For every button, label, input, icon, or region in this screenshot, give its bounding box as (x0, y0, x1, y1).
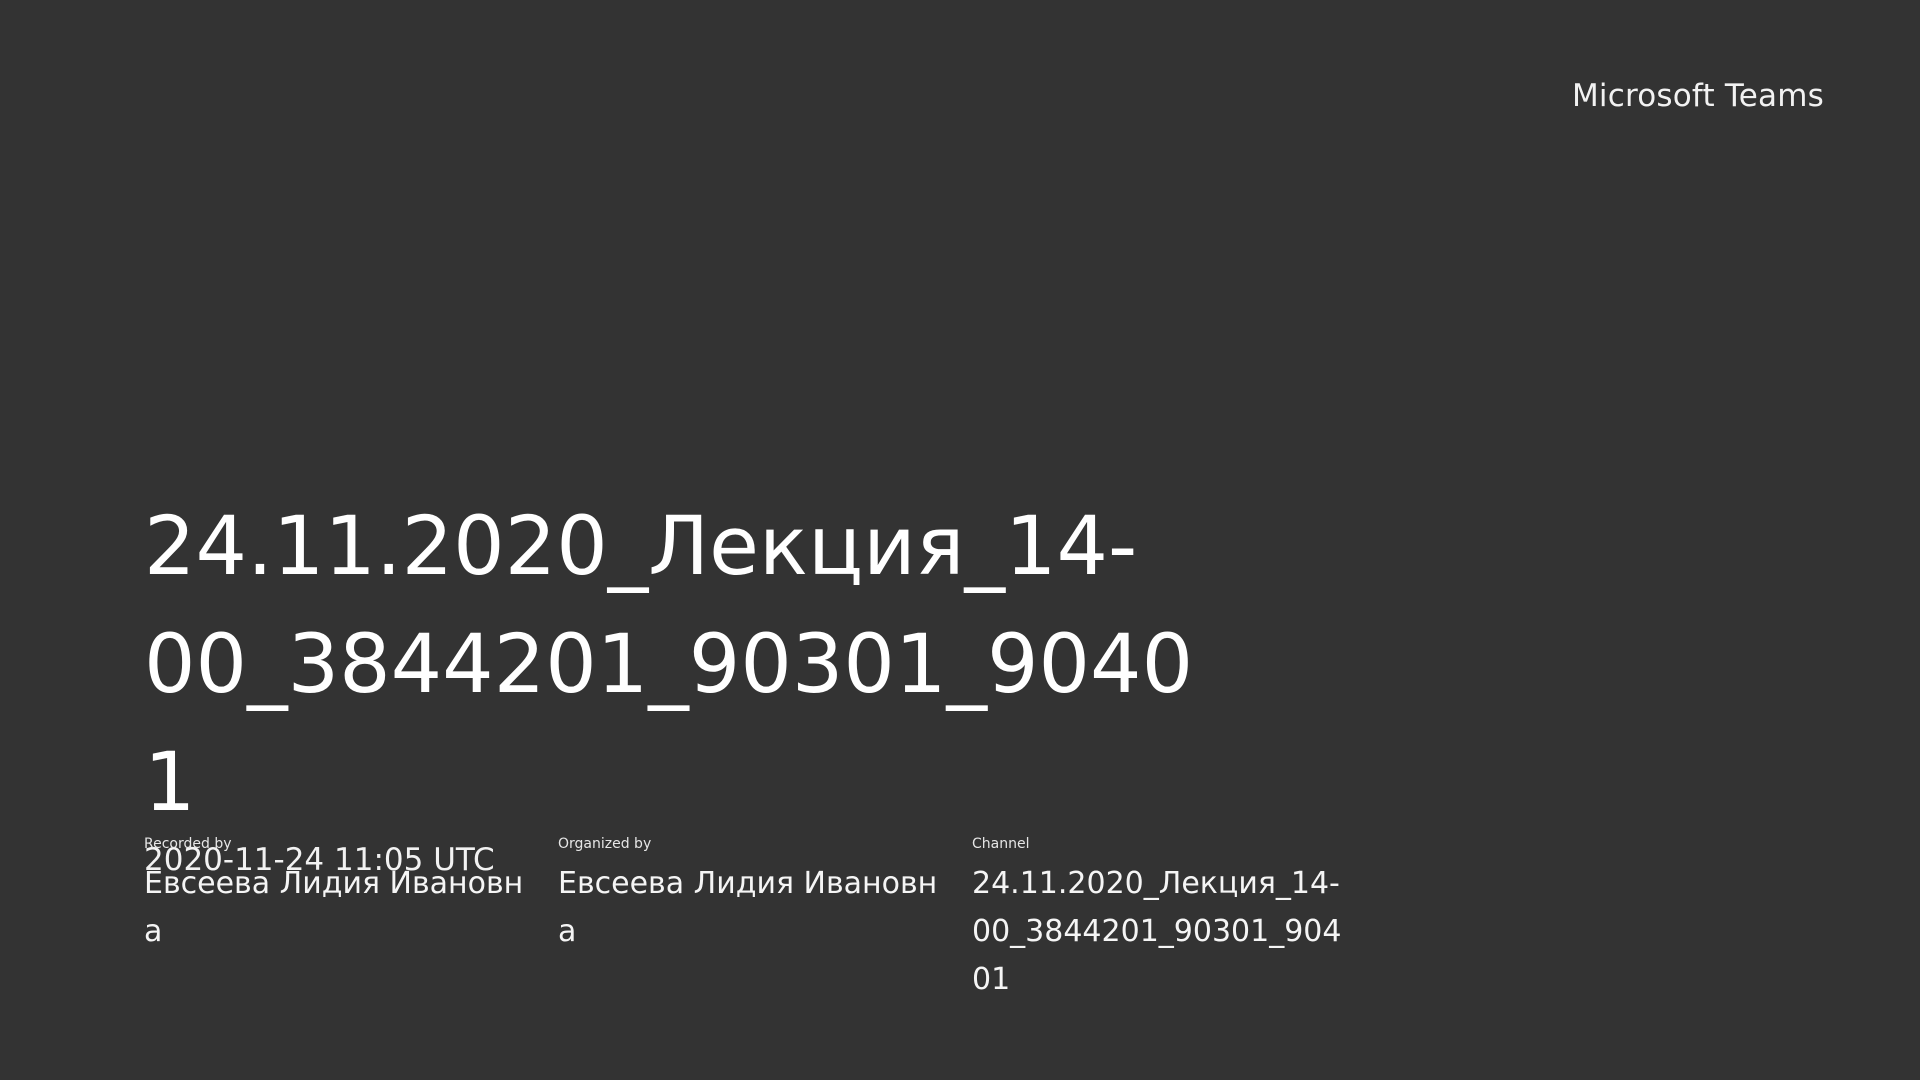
recorded-by-value: Евсеева Лидия Ивановна (144, 866, 524, 949)
recording-title: 24.11.2020_Лекция_14-00_3844201_90301_90… (144, 500, 1194, 830)
recorded-by-section: Recorded by Евсеева Лидия Ивановна (144, 834, 558, 1004)
organized-by-section: Organized by Евсеева Лидия Ивановна (558, 834, 972, 1004)
recording-details: Recorded by Евсеева Лидия Ивановна Organ… (144, 834, 1386, 1004)
organized-by-label: Organized by (558, 836, 652, 852)
channel-value: 24.11.2020_Лекция_14-00_3844201_90301_90… (972, 866, 1342, 997)
channel-section: Channel 24.11.2020_Лекция_14-00_3844201_… (972, 834, 1386, 1004)
brand-label: Microsoft Teams (1571, 78, 1824, 114)
recorded-by-label: Recorded by (144, 836, 232, 852)
organized-by-value: Евсеева Лидия Ивановна (558, 866, 938, 949)
recording-header: 24.11.2020_Лекция_14-00_3844201_90301_90… (144, 488, 1384, 880)
channel-label: Channel (972, 836, 1030, 852)
